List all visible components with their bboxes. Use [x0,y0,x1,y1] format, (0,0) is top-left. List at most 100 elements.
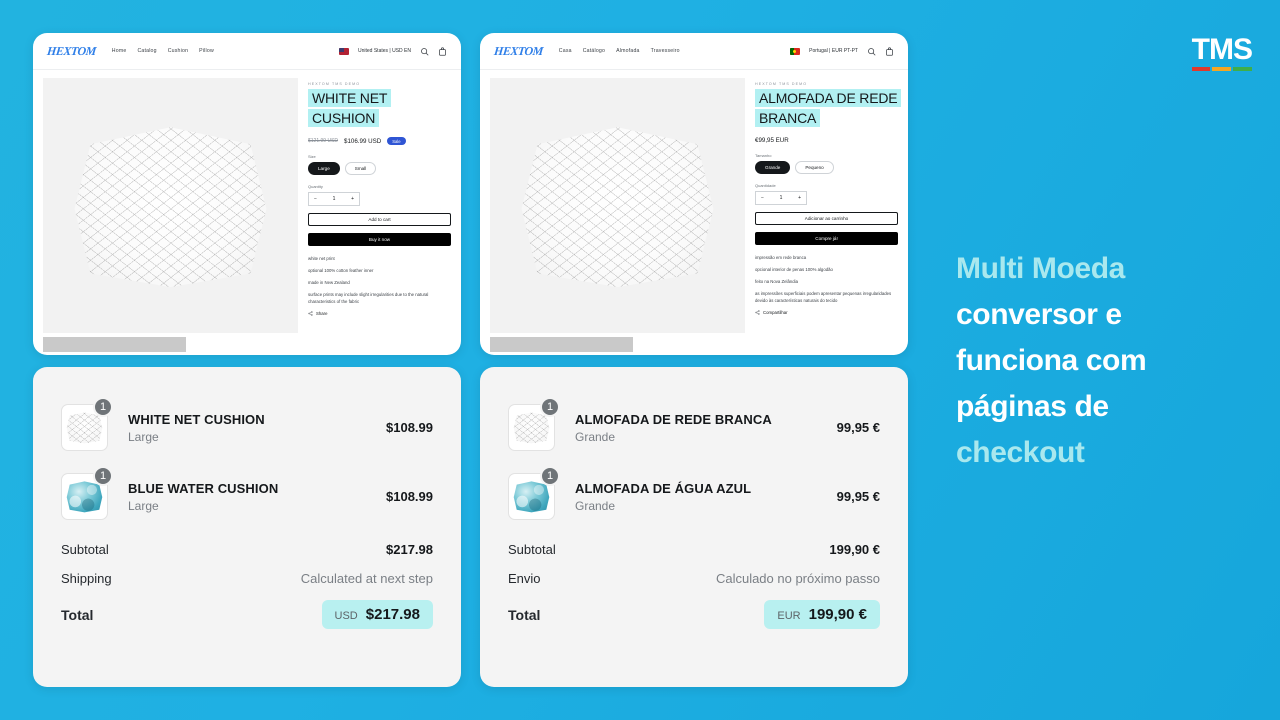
sale-badge-en: Sale [387,137,406,146]
line-item-title: WHITE NET CUSHION [128,411,265,427]
size-option-large-en[interactable]: Large [308,162,340,176]
line-item-thumb-wrap: 1 [508,466,561,520]
qty-increase-en[interactable]: + [351,196,354,202]
line-item-thumb-wrap: 1 [61,466,114,520]
add-to-cart-button-pt[interactable]: Adicionar ao carrinho [755,212,898,225]
nav-links-pt: Casa Catálogo Almofada Travesseiro [559,48,680,54]
product-title-pt: ALMOFADA DE REDE BRANCA [755,89,902,127]
shop-logo-pt[interactable]: HEXTOM [493,44,543,59]
shop-logo-en[interactable]: HEXTOM [46,44,96,59]
size-option-small-en[interactable]: Small [344,162,377,176]
desc-line-2-en: optional 100% cotton feather inner [308,268,374,274]
nav-item-almofada[interactable]: Almofada [616,48,640,54]
search-icon[interactable] [420,47,429,56]
shipping-row-en: Shipping Calculated at next step [61,571,433,586]
nav-right-en: United States | USD EN [339,46,447,56]
line-item-thumb-wrap: 1 [61,397,114,451]
desc-line-3-en: made in New Zealand [308,280,350,286]
line-item-info: ALMOFADA DE ÁGUA AZUL Grande [561,481,837,513]
table-row: 1 BLUE WATER CUSHION Large $108.99 [61,466,433,520]
bag-icon[interactable] [438,46,447,56]
desc-line-1-pt: impressão em rede branca [755,255,807,260]
product-title-en: WHITE NET CUSHION [308,89,392,127]
quantity-stepper-en[interactable]: − 1 + [308,192,360,207]
nav-item-catalogo[interactable]: Catálogo [583,48,605,54]
qty-value-en[interactable]: 1 [333,196,336,202]
shipping-value-pt: Calculado no próximo passo [715,571,880,586]
line-item-variant: Grande [575,498,616,513]
share-row-pt[interactable]: Compartilhar [755,310,898,315]
shop-nav-en: HEXTOM Home Catalog Cushion Pillow Unite… [33,33,461,70]
shop-nav-pt: HEXTOM Casa Catálogo Almofada Travesseir… [480,33,908,70]
price-row-pt: €99,95 EUR [755,137,898,144]
share-label-pt[interactable]: Compartilhar [763,310,788,315]
quantity-label-en: Quantity [308,184,323,190]
total-label-en: Total [61,606,94,623]
buy-it-now-button-pt[interactable]: Compre já! [755,232,898,245]
table-row: 1 ALMOFADA DE REDE BRANCA Grande 99,95 € [508,397,880,451]
tms-logo-text: TMS [1191,33,1253,66]
nav-right-pt: Portugal | EUR PT-PT [790,46,894,56]
desc-line-1-en: white net print [308,256,335,262]
subtotal-row-pt: Subtotal 199,90 € [508,542,880,557]
quantity-stepper-pt[interactable]: − 1 + [755,191,807,205]
share-row-en[interactable]: Share [308,311,451,316]
qty-decrease-pt[interactable]: − [761,195,764,201]
qty-decrease-en[interactable]: − [314,196,317,202]
line-item-variant: Large [128,498,159,513]
nav-item-home[interactable]: Home [112,48,127,54]
logo-bar-orange [1212,67,1232,71]
headline-line-1: Multi Moeda [956,252,1125,285]
product-image-pt[interactable] [490,78,745,333]
table-row: 1 WHITE NET CUSHION Large $108.99 [61,397,433,451]
share-icon [755,310,760,315]
line-item-variant: Large [128,429,159,444]
nav-links-en: Home Catalog Cushion Pillow [112,48,214,54]
bag-icon[interactable] [885,46,894,56]
nav-item-pillow[interactable]: Pillow [199,48,214,54]
line-item-qty-badge: 1 [93,397,113,417]
checkout-summary-en: 1 WHITE NET CUSHION Large $108.99 1 BLUE… [33,367,461,687]
add-to-cart-button-en[interactable]: Add to cart [308,213,451,227]
price-current-en: $106.99 USD [344,137,382,145]
currency-selector-pt[interactable]: Portugal | EUR PT-PT [809,48,858,54]
subtotal-row-en: Subtotal $217.98 [61,542,433,557]
quantity-label-pt: Quantidade [755,183,776,188]
total-amount-badge-en: USD $217.98 [321,600,433,629]
line-item-title: BLUE WATER CUSHION [128,480,279,496]
subtotal-value-pt: 199,90 € [829,542,880,557]
qty-value-pt[interactable]: 1 [780,195,783,201]
nav-item-casa[interactable]: Casa [559,48,572,54]
size-option-grande-pt[interactable]: Grande [755,161,791,174]
nav-item-catalog[interactable]: Catalog [137,48,156,54]
nav-item-travesseiro[interactable]: Travesseiro [651,48,680,54]
headline-line-2: conversor e [956,298,1122,331]
table-row: 1 ALMOFADA DE ÁGUA AZUL Grande 99,95 € [508,466,880,520]
qty-increase-pt[interactable]: + [798,195,801,201]
line-item-qty-badge: 1 [93,466,113,486]
headline-line-5: checkout [956,436,1085,469]
search-icon[interactable] [867,47,876,56]
size-option-pequeno-pt[interactable]: Pequeno [795,161,834,174]
total-amount-badge-pt: EUR 199,90 € [764,600,880,629]
price-current-pt: €99,95 EUR [755,137,789,144]
buy-it-now-button-en[interactable]: Buy it now [308,233,451,247]
product-image-en[interactable] [43,78,298,333]
price-compare-en: $121.99 USD [308,138,339,145]
gallery-thumbnail-strip-en[interactable] [43,337,186,352]
share-label-en[interactable]: Share [316,311,327,316]
tms-logo-bars [1191,67,1253,71]
gallery-thumbnail-strip-pt[interactable] [490,337,633,352]
headline-line-4: páginas de [956,390,1109,423]
desc-line-3-pt: feito na Nova Zelândia [755,279,798,284]
currency-selector-en[interactable]: United States | USD EN [358,48,411,54]
line-item-info: ALMOFADA DE REDE BRANCA Grande [561,412,837,444]
us-flag-icon [339,47,349,55]
line-item-info: BLUE WATER CUSHION Large [114,481,386,513]
headline-line-3: funciona com [956,344,1147,377]
product-description-en: white net print optional 100% cotton fea… [308,255,451,305]
nav-item-cushion[interactable]: Cushion [168,48,188,54]
logo-bar-red [1191,67,1211,71]
total-row-pt: Total EUR 199,90 € [508,600,880,629]
totals-pt: Subtotal 199,90 € Envio Calculado no pró… [508,542,880,629]
